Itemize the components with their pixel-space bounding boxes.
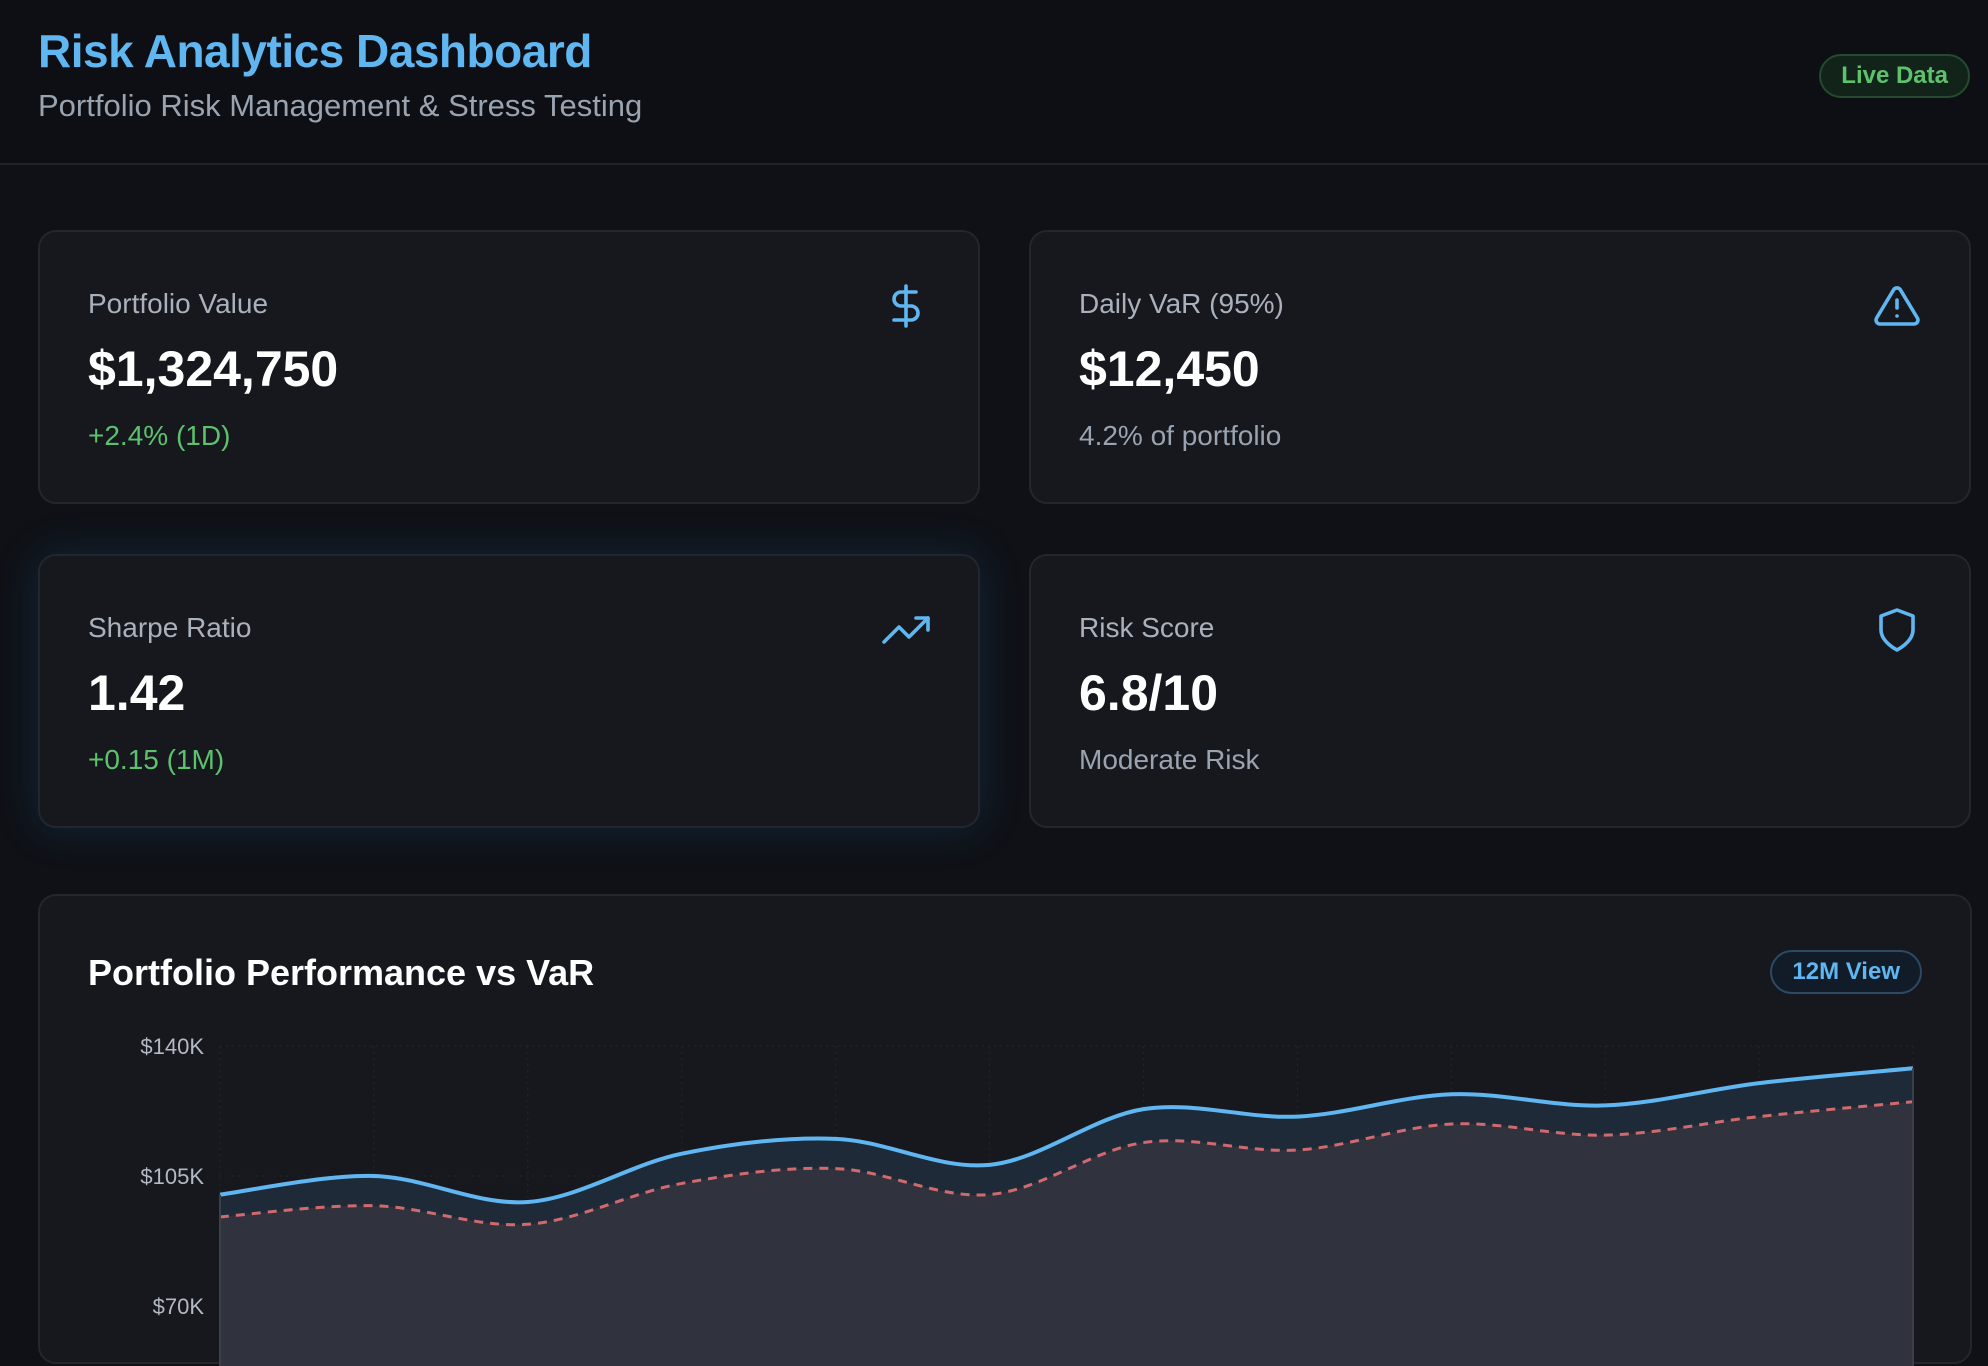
live-data-badge: Live Data bbox=[1819, 54, 1970, 98]
kpi-label: Risk Score bbox=[1079, 612, 1215, 643]
warning-icon bbox=[1874, 286, 1920, 326]
chart-title: Portfolio Performance vs VaR bbox=[88, 952, 595, 993]
kpi-change: +0.15 (1M) bbox=[88, 744, 225, 775]
page-title: Risk Analytics Dashboard bbox=[38, 25, 592, 77]
daily-var-card: Daily VaR (95%) $12,450 4.2% of portfoli… bbox=[1029, 230, 1971, 504]
header: Risk Analytics Dashboard Portfolio Risk … bbox=[0, 0, 1988, 165]
y-tick-label: $140K bbox=[140, 1034, 204, 1059]
kpi-change: +2.4% (1D) bbox=[88, 420, 231, 451]
risk-score-card: Risk Score 6.8/10 Moderate Risk bbox=[1029, 554, 1971, 828]
sharpe-ratio-card: Sharpe Ratio 1.42 +0.15 (1M) bbox=[38, 554, 980, 828]
kpi-label: Daily VaR (95%) bbox=[1079, 288, 1284, 319]
kpi-value: 1.42 bbox=[88, 665, 186, 721]
dollar-icon bbox=[892, 284, 920, 328]
performance-chart-card: Portfolio Performance vs VaR 12M View $1… bbox=[38, 894, 1972, 1366]
kpi-subtext: 4.2% of portfolio bbox=[1079, 420, 1282, 451]
y-tick-label: $105K bbox=[140, 1164, 204, 1189]
kpi-value: $12,450 bbox=[1079, 341, 1260, 397]
page-subtitle: Portfolio Risk Management & Stress Testi… bbox=[38, 88, 643, 123]
performance-chart: $140K $105K $70K bbox=[140, 1034, 1914, 1366]
trending-up-icon bbox=[882, 616, 930, 644]
kpi-value: $1,324,750 bbox=[88, 341, 339, 397]
shield-icon bbox=[1879, 608, 1915, 652]
kpi-label: Sharpe Ratio bbox=[88, 612, 252, 643]
kpi-value: 6.8/10 bbox=[1079, 665, 1219, 721]
y-tick-label: $70K bbox=[153, 1294, 205, 1319]
12m-view-toggle[interactable]: 12M View bbox=[1770, 950, 1922, 994]
kpi-label: Portfolio Value bbox=[88, 288, 269, 319]
kpi-subtext: Moderate Risk bbox=[1079, 744, 1260, 775]
portfolio-value-card: Portfolio Value $1,324,750 +2.4% (1D) bbox=[38, 230, 980, 504]
